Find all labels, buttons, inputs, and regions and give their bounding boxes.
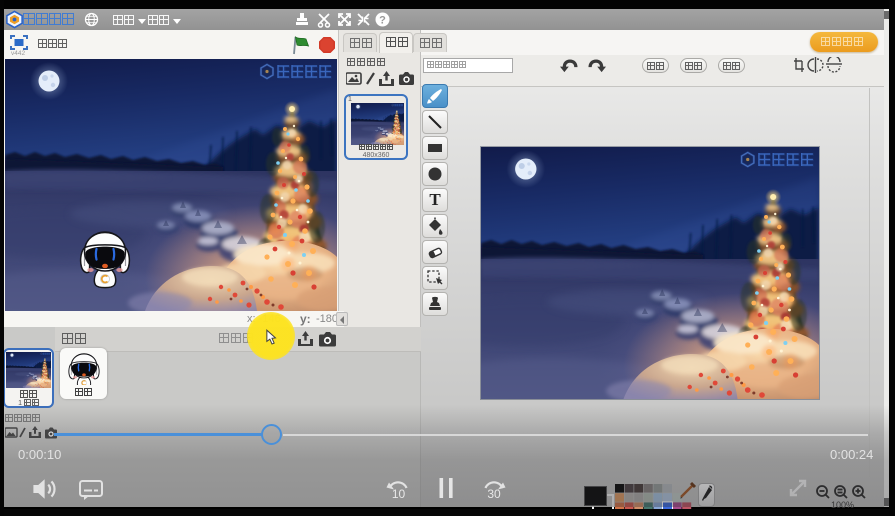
svg-text:10: 10 <box>392 487 406 501</box>
svg-text:?: ? <box>379 15 386 27</box>
svg-text:30: 30 <box>487 487 501 501</box>
